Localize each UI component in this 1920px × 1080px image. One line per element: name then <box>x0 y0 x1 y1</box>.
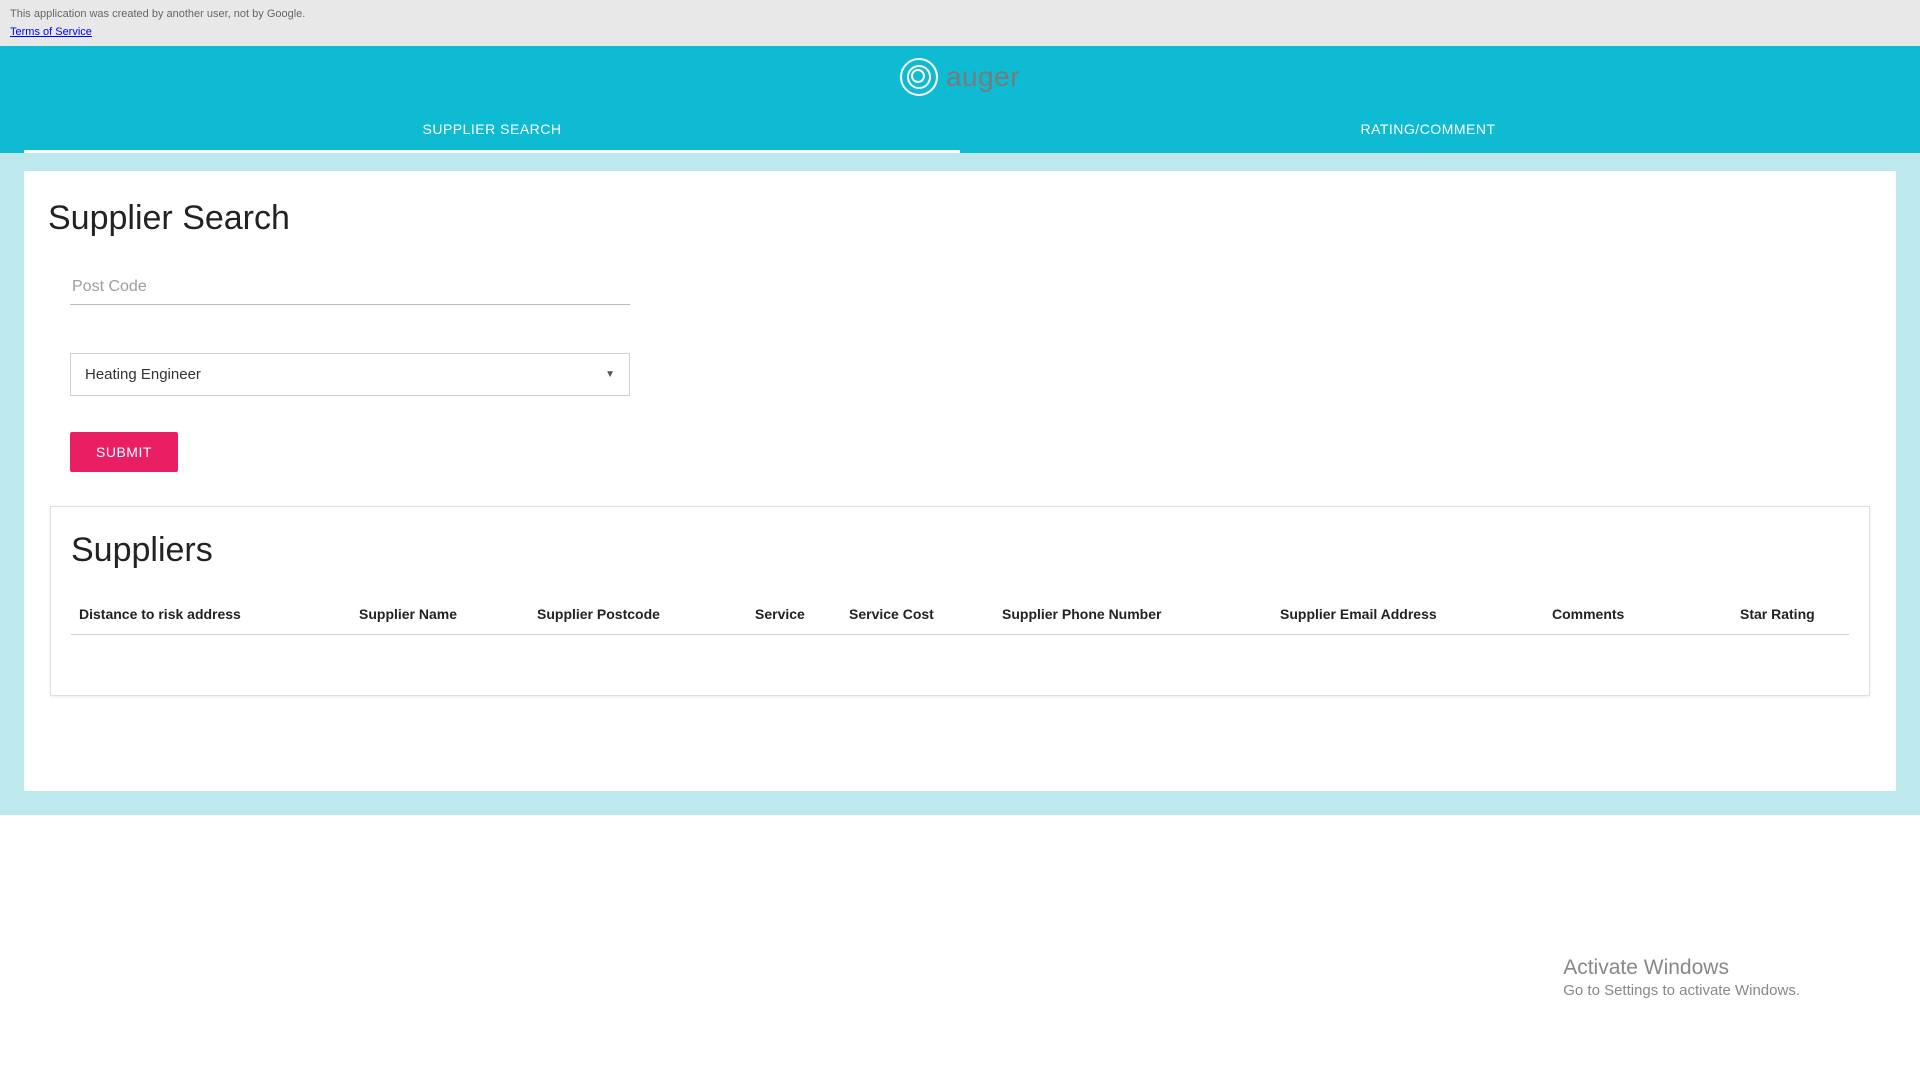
page-title: Supplier Search <box>48 199 1872 238</box>
tab-supplier-search[interactable]: SUPPLIER SEARCH <box>24 108 960 153</box>
tab-rating-comment[interactable]: RATING/COMMENT <box>960 108 1896 153</box>
col-header-distance: Distance to risk address <box>79 606 359 622</box>
suppliers-table-header: Distance to risk address Supplier Name S… <box>71 594 1849 635</box>
header-bar: auger <box>0 46 1920 108</box>
postcode-input[interactable] <box>70 270 630 305</box>
col-header-service: Service <box>755 606 849 622</box>
logo: auger <box>900 58 1020 96</box>
google-app-banner: This application was created by another … <box>0 0 1920 46</box>
nav-tabs: SUPPLIER SEARCH RATING/COMMENT <box>0 108 1920 153</box>
col-header-phone: Supplier Phone Number <box>1002 606 1280 622</box>
col-header-postcode: Supplier Postcode <box>537 606 755 622</box>
chevron-down-icon: ▼ <box>605 369 615 380</box>
col-header-rating: Star Rating <box>1740 606 1841 622</box>
logo-text: auger <box>946 61 1020 93</box>
disclaimer-text: This application was created by another … <box>10 8 1910 20</box>
suppliers-panel: Suppliers Distance to risk address Suppl… <box>50 506 1870 696</box>
submit-button[interactable]: SUBMIT <box>70 432 178 472</box>
suppliers-title: Suppliers <box>71 531 1849 570</box>
content-area: Supplier Search Heating Engineer ▼ SUBMI… <box>0 153 1920 815</box>
service-select[interactable]: Heating Engineer ▼ <box>70 353 630 396</box>
col-header-cost: Service Cost <box>849 606 1002 622</box>
terms-of-service-link[interactable]: Terms of Service <box>10 26 92 38</box>
service-select-value: Heating Engineer <box>85 366 201 383</box>
search-form: Heating Engineer ▼ SUBMIT <box>48 270 1872 472</box>
col-header-name: Supplier Name <box>359 606 537 622</box>
col-header-comments: Comments <box>1552 606 1740 622</box>
logo-spiral-icon <box>900 58 938 96</box>
col-header-email: Supplier Email Address <box>1280 606 1552 622</box>
content-card: Supplier Search Heating Engineer ▼ SUBMI… <box>24 171 1896 791</box>
below-content-whitespace <box>0 815 1920 1075</box>
